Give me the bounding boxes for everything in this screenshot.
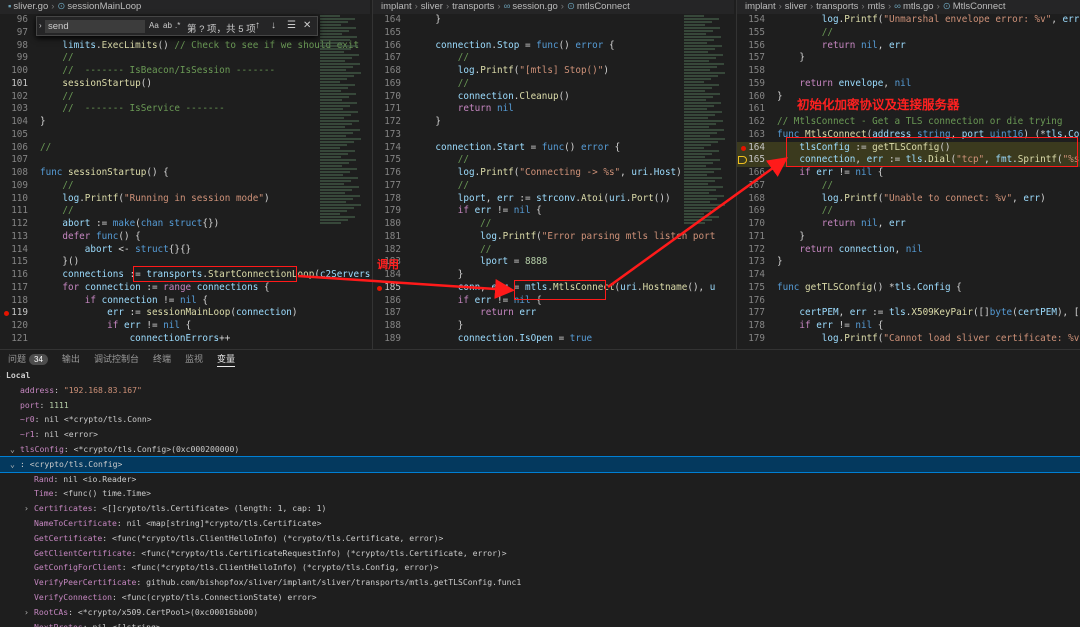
chevron-right-icon[interactable]: › xyxy=(24,605,29,620)
separator: : xyxy=(102,532,112,543)
variable-name: ~r0 xyxy=(20,414,35,425)
variable-row[interactable]: GetClientCertificate: <func(*crypto/tls.… xyxy=(0,546,1080,561)
separator: : xyxy=(53,488,64,499)
variable-row[interactable]: port: 1111 xyxy=(0,398,1080,413)
variable-name: port xyxy=(20,399,40,410)
separator: : xyxy=(131,547,142,558)
variable-value: nil <error> xyxy=(44,429,98,440)
variable-row[interactable]: › Certificates: <[]crypto/tls.Certificate… xyxy=(0,501,1080,516)
panel-tab[interactable]: 问题 34 xyxy=(8,354,48,365)
variable-row[interactable]: VerifyConnection: <func(crypto/tls.Conne… xyxy=(0,590,1080,605)
variable-name: address xyxy=(20,384,55,395)
variable-row[interactable]: NameToCertificate: nil <map[string]*cryp… xyxy=(0,516,1080,531)
variable-name: RootCAs xyxy=(34,606,69,617)
panel-tab[interactable]: 调试控制台 xyxy=(94,354,139,364)
variable-name: VerifyPeerCertificate xyxy=(34,577,137,588)
variable-row[interactable]: GetCertificate: <func(*crypto/tls.Client… xyxy=(0,531,1080,546)
panel-tab[interactable]: 监视 xyxy=(185,354,203,364)
separator: : xyxy=(39,399,50,410)
variable-name: Time xyxy=(34,488,54,499)
variable-value: <crypto/tls.Config> xyxy=(29,458,123,469)
chevron-right-icon[interactable]: › xyxy=(24,501,29,516)
variable-row[interactable]: GetConfigForClient: <func(*crypto/tls.Cl… xyxy=(0,560,1080,575)
variable-name: VerifyConnection xyxy=(34,591,112,602)
separator: : xyxy=(53,473,64,484)
separator: : xyxy=(136,577,147,588)
variable-row[interactable]: ⌄ Local xyxy=(0,368,1080,383)
variable-row[interactable]: ⌄ tlsConfig: <*crypto/tls.Config>(0xc0002… xyxy=(0,442,1080,457)
variable-name: Rand xyxy=(34,473,54,484)
separator: : xyxy=(34,414,45,425)
variable-value: nil <io.Reader> xyxy=(63,473,137,484)
variable-row[interactable]: ⌄: <crypto/tls.Config> xyxy=(0,455,1080,473)
variable-name: NameToCertificate xyxy=(34,517,117,528)
panel-tab-label: 终端 xyxy=(152,354,171,364)
variable-row[interactable]: VerifyPeerCertificate: github.com/bishop… xyxy=(0,575,1080,590)
separator: : xyxy=(34,429,45,440)
panel-tab-label: 输出 xyxy=(61,354,80,364)
variable-row[interactable]: Time: <func() time.Time> xyxy=(0,486,1080,501)
separator: : xyxy=(63,443,74,454)
separator: : xyxy=(54,384,64,395)
variable-value: 1111 xyxy=(49,399,69,410)
variable-row[interactable]: NextProtos: nil <[]string> xyxy=(0,620,1080,627)
variable-value: <func() time.Time> xyxy=(63,488,151,499)
variables-view[interactable]: ⌄Localaddress: "192.168.83.167"port: 111… xyxy=(0,368,1080,627)
panel-tab-label: 问题 xyxy=(8,354,27,364)
panel-tab[interactable]: 输出 xyxy=(62,354,80,364)
separator: : xyxy=(121,562,132,573)
chevron-down-icon[interactable]: ⌄ xyxy=(0,368,1,383)
variable-row[interactable]: address: "192.168.83.167" xyxy=(0,383,1080,398)
variable-value: nil <map[string]*crypto/tls.Certificate> xyxy=(126,517,322,528)
call-arrow xyxy=(297,274,515,299)
variable-value: github.com/bishopfox/sliver/implant/sliv… xyxy=(146,577,522,588)
variable-name: tlsConfig xyxy=(20,443,64,454)
variable-name: NextProtos xyxy=(34,621,83,627)
variable-value: <*crypto/tls.Config>(0xc000200000) xyxy=(73,443,240,454)
variable-name: GetCertificate xyxy=(34,532,103,543)
panel-tab-label: 监视 xyxy=(184,354,203,364)
variable-value: <func(crypto/tls.ConnectionState) error> xyxy=(121,591,317,602)
separator: : xyxy=(20,458,30,469)
variable-row[interactable]: ~r1: nil <error> xyxy=(0,427,1080,442)
separator: : xyxy=(111,591,122,602)
variable-name: ~r1 xyxy=(20,429,35,440)
problem-count-badge: 34 xyxy=(29,354,48,365)
separator: : xyxy=(116,517,127,528)
separator: : xyxy=(68,606,78,617)
panel-tabs: 问题 34 输出 调试控制台 终端 监视 变量 xyxy=(0,350,1080,368)
variable-name: Certificates xyxy=(34,503,93,514)
panel-tab-label: 变量 xyxy=(216,354,235,364)
variable-name: GetConfigForClient xyxy=(34,562,122,573)
chevron-down-icon[interactable]: ⌄ xyxy=(10,457,15,472)
panel-tab-label: 调试控制台 xyxy=(93,354,139,364)
variable-value: "192.168.83.167" xyxy=(63,384,142,395)
variable-value: <func(*crypto/tls.ClientHelloInfo) (*cry… xyxy=(131,562,439,573)
variable-value: <*crypto/x509.CertPool>(0xc00016bb00) xyxy=(77,606,259,617)
annotation-arrows xyxy=(297,157,789,299)
variable-value: nil <*crypto/tls.Conn> xyxy=(44,414,152,425)
variable-value: nil <[]string> xyxy=(92,621,161,627)
variable-value: <[]crypto/tls.Certificate> (length: 1, c… xyxy=(102,503,327,514)
chevron-down-icon[interactable]: ⌄ xyxy=(10,442,15,457)
variable-row[interactable]: › RootCAs: <*crypto/x509.CertPool>(0xc000… xyxy=(0,605,1080,620)
variable-name: GetClientCertificate xyxy=(34,547,132,558)
panel-tab[interactable]: 终端 xyxy=(153,354,171,364)
panel-tab[interactable]: 变量 xyxy=(216,354,235,367)
variable-row[interactable]: ~r0: nil <*crypto/tls.Conn> xyxy=(0,412,1080,427)
variable-row[interactable]: Rand: nil <io.Reader> xyxy=(0,472,1080,487)
variable-name: Local xyxy=(6,370,31,380)
debug-panel: 问题34 输出 调试控制台 终端 监视 变量 ⌄ Local address: "192.16… xyxy=(0,349,1080,627)
separator: : xyxy=(92,503,103,514)
variable-value: <func(*crypto/tls.ClientHelloInfo) (*cry… xyxy=(111,532,444,543)
init-arrow xyxy=(607,157,789,289)
variable-value: <func(*crypto/tls.CertificateRequestInfo… xyxy=(141,547,507,558)
